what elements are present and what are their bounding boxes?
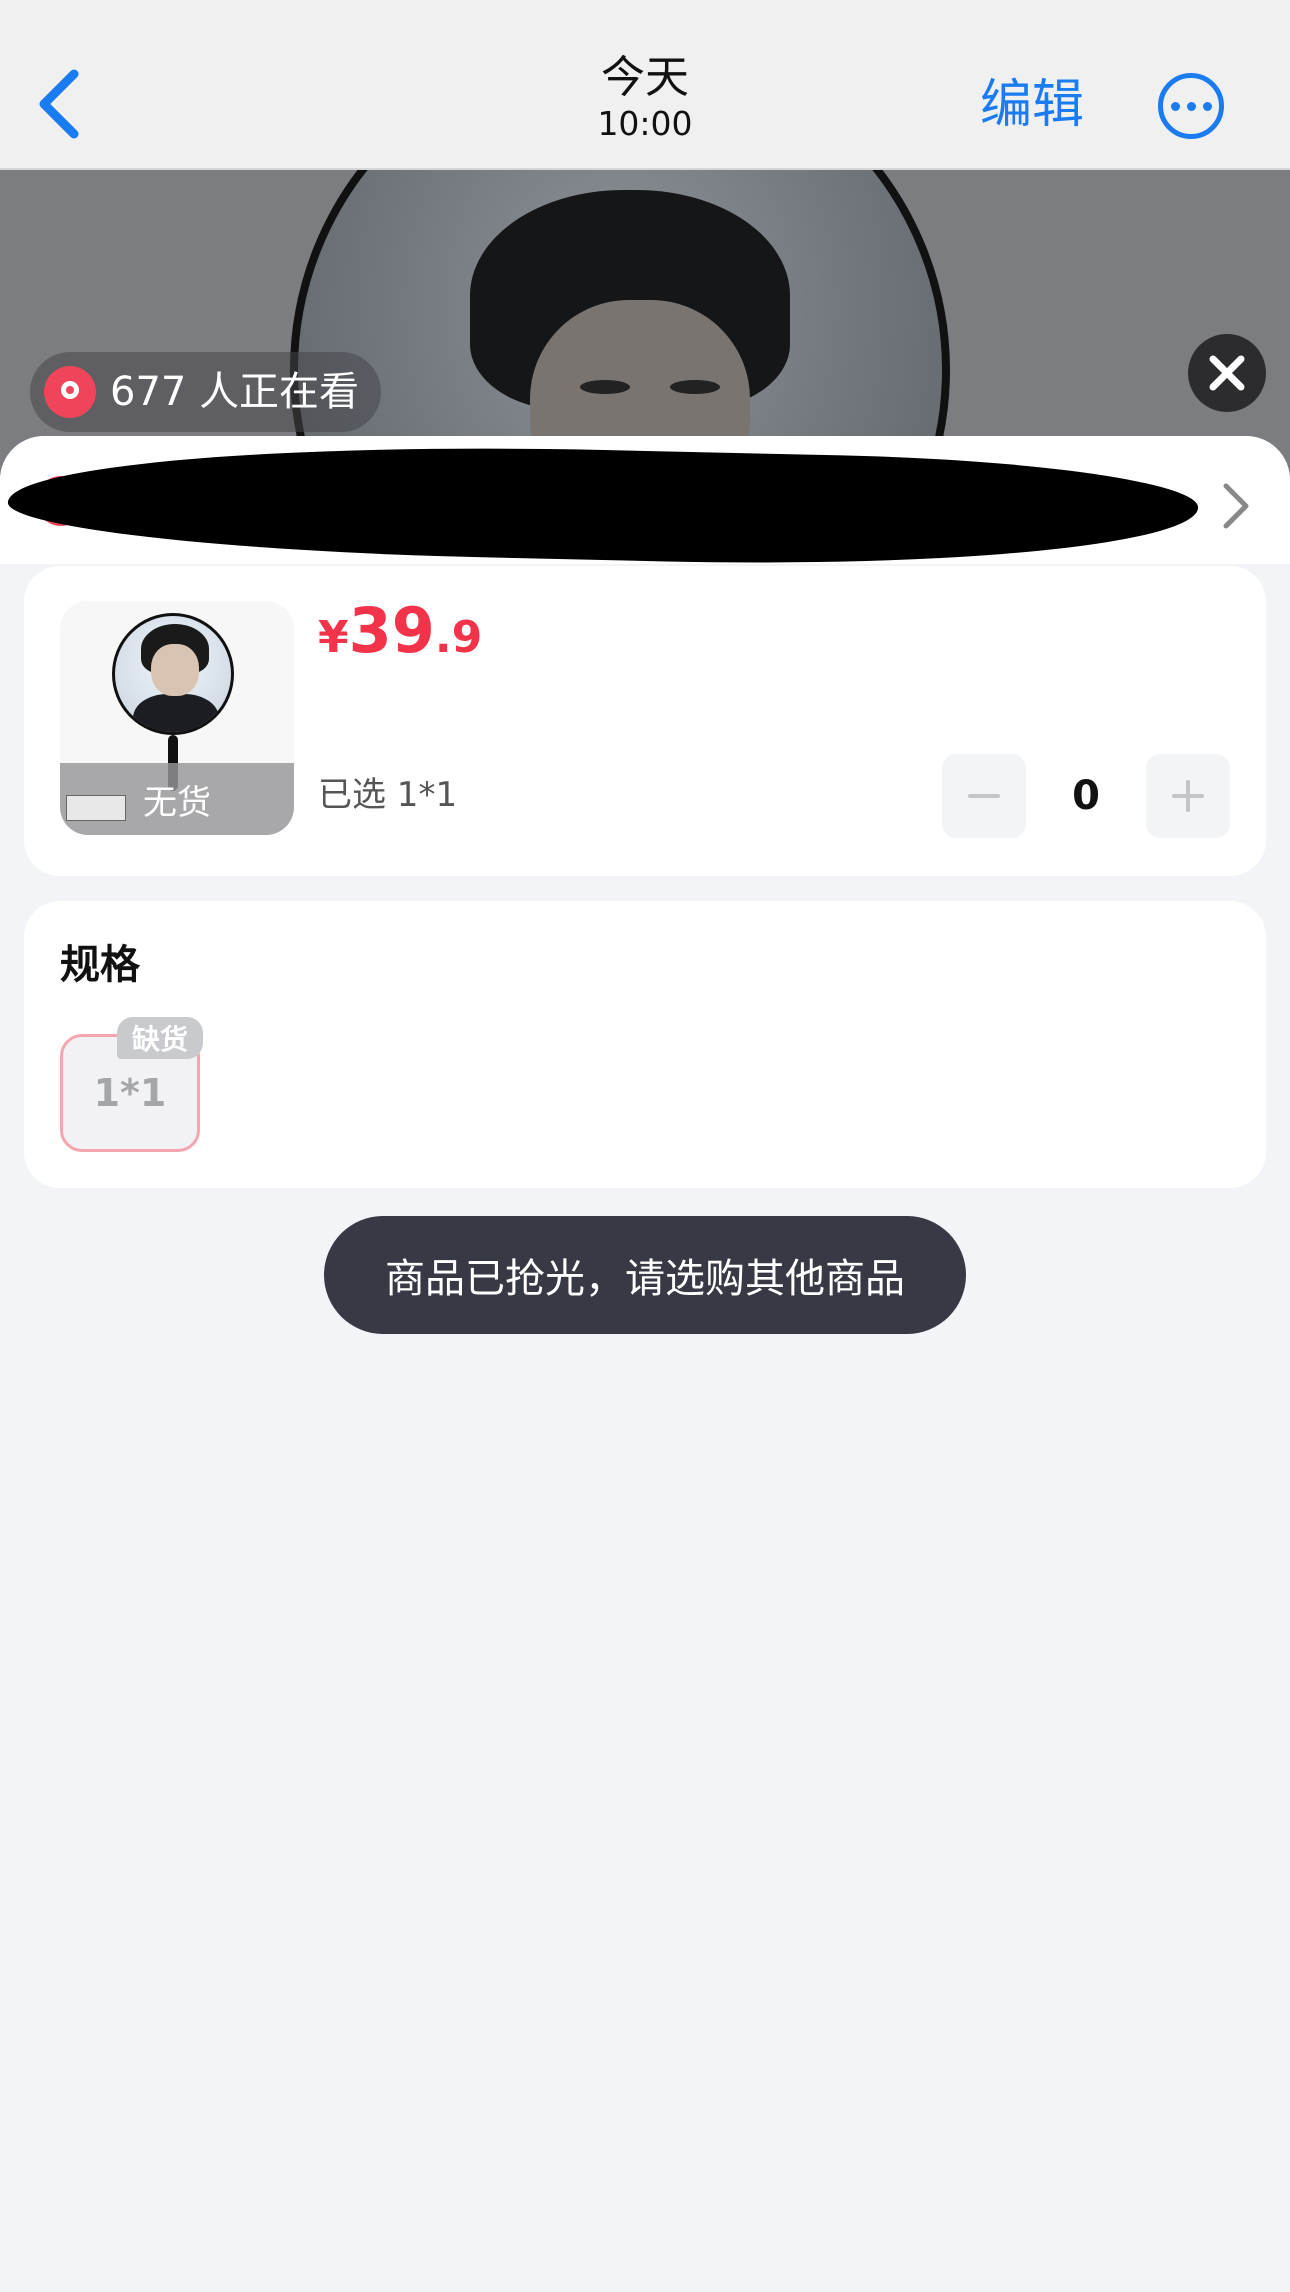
price-integer: 39 [348,594,435,667]
viewer-count-badge: 677 人正在看 [30,352,382,432]
sku-bottom-sheet: 无货 ¥39.9 已选 1*1 0 规格 1*1 缺货 [0,436,1290,2292]
viewer-count-text: 677 人正在看 [110,369,360,415]
nav-title: 今天 10:00 [0,52,1290,144]
more-options-button[interactable] [1158,73,1224,139]
store-row[interactable] [0,436,1290,574]
product-price: ¥39.9 [318,596,482,682]
price-currency: ¥ [318,612,349,663]
live-person-eye [580,380,630,394]
minus-icon [968,794,1000,798]
close-icon [1209,355,1245,391]
live-person-eye [670,380,720,394]
price-decimal: .9 [434,612,483,663]
product-info-card: 无货 ¥39.9 已选 1*1 0 [24,566,1266,876]
redacted-store-name [6,436,1200,574]
close-button[interactable] [1188,334,1266,412]
location-pin-icon [44,366,96,418]
quantity-increase-button[interactable] [1146,754,1230,838]
top-nav-bar: 今天 10:00 编辑 [0,0,1290,170]
fan-image [112,613,234,735]
spec-title: 规格 [60,942,140,988]
selected-sku-label: 已选 1*1 [318,775,458,815]
spec-card: 规格 1*1 缺货 [24,901,1266,1188]
edit-button[interactable]: 编辑 [980,72,1084,138]
product-thumbnail[interactable]: 无货 [60,601,294,835]
out-of-stock-badge: 缺货 [117,1017,203,1059]
sold-out-toast: 商品已抢光，请选购其他商品 [324,1216,966,1334]
quantity-decrease-button[interactable] [942,754,1026,838]
nav-title-time: 10:00 [597,104,693,143]
chevron-right-icon [1223,483,1249,529]
more-dots-icon [1170,101,1180,111]
product-sku-page: 今天 10:00 编辑 677 人正在看 无货 ¥39.9 已选 1*1 0 规… [0,0,1290,2292]
quantity-value[interactable]: 0 [1026,772,1146,820]
plus-icon [1172,780,1204,812]
nav-title-day: 今天 [601,52,689,103]
size-label-tag [66,795,126,821]
